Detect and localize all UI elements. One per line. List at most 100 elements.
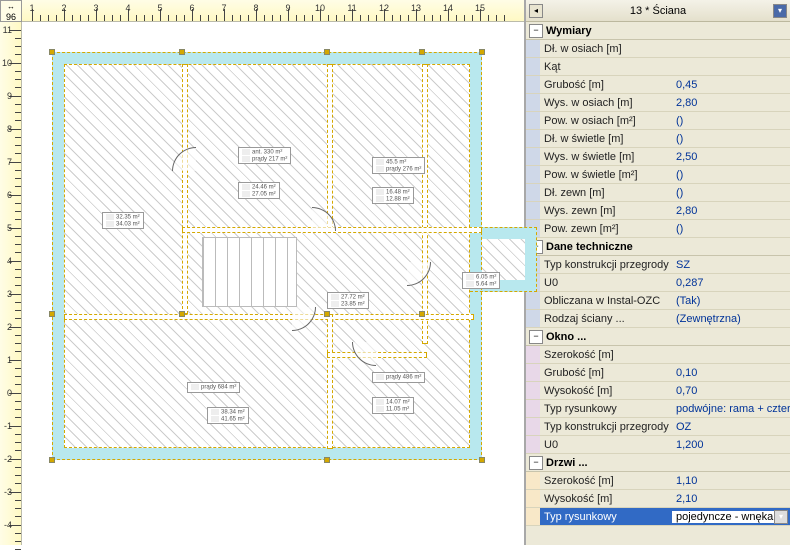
property-key: Dł. zewn [m] bbox=[540, 187, 672, 199]
property-key: Typ rysunkowy bbox=[540, 403, 672, 415]
property-value[interactable]: () bbox=[672, 115, 790, 127]
property-row[interactable]: Wys. zewn [m]2,80 bbox=[526, 202, 790, 220]
wall-node[interactable] bbox=[479, 457, 485, 463]
ruler-corner[interactable]: ↔96 bbox=[0, 0, 22, 22]
property-value[interactable]: SZ bbox=[672, 259, 790, 271]
property-value[interactable]: () bbox=[672, 187, 790, 199]
property-value[interactable]: 2,50 bbox=[672, 151, 790, 163]
property-value[interactable]: 2,80 bbox=[672, 205, 790, 217]
property-key: Wys. w świetle [m] bbox=[540, 151, 672, 163]
room-label[interactable]: 6.05 m²5.64 m² bbox=[462, 272, 500, 289]
wall-node[interactable] bbox=[179, 311, 185, 317]
property-value[interactable]: podwójne: rama + cztery bbox=[672, 403, 790, 415]
property-row[interactable]: Grubość [m]0,45 bbox=[526, 76, 790, 94]
property-row[interactable]: Wysokość [m]0,70 bbox=[526, 382, 790, 400]
dropdown-icon[interactable]: ▾ bbox=[774, 510, 788, 524]
property-value[interactable]: 1,200 bbox=[672, 439, 790, 451]
room-label[interactable]: 32.35 m²34.03 m² bbox=[102, 212, 144, 229]
property-row[interactable]: Typ konstrukcji przegrodyOZ bbox=[526, 418, 790, 436]
interior-wall[interactable] bbox=[327, 314, 333, 449]
room-label[interactable]: 27.72 m²23.85 m² bbox=[327, 292, 369, 309]
property-key: Pow. w osiach [m²] bbox=[540, 115, 672, 127]
drawing-canvas[interactable]: 32.35 m²34.03 m² ant. 330 m²prądy 217 m² 2… bbox=[22, 22, 524, 545]
property-row[interactable]: U01,200 bbox=[526, 436, 790, 454]
ruler-horizontal[interactable]: 123456789101112131415 bbox=[22, 0, 524, 22]
property-row[interactable]: Wys. w osiach [m]2,80 bbox=[526, 94, 790, 112]
room-label[interactable]: 45.5 m²prądy 276 m² bbox=[372, 157, 425, 174]
property-row[interactable]: Pow. w osiach [m²]() bbox=[526, 112, 790, 130]
wall-node[interactable] bbox=[49, 49, 55, 55]
wall-node[interactable] bbox=[479, 49, 485, 55]
wall-node[interactable] bbox=[419, 311, 425, 317]
property-value[interactable]: 0,287 bbox=[672, 277, 790, 289]
interior-wall[interactable] bbox=[327, 64, 333, 229]
room-label[interactable]: 38.34 m²41.65 m² bbox=[207, 407, 249, 424]
property-row[interactable]: Szerokość [m]1,10 bbox=[526, 472, 790, 490]
property-value[interactable]: OZ bbox=[672, 421, 790, 433]
property-row[interactable]: Pow. w świetle [m²]() bbox=[526, 166, 790, 184]
property-row[interactable]: Szerokość [m] bbox=[526, 346, 790, 364]
room-label[interactable]: prądy 684 m² bbox=[187, 382, 240, 393]
wall-node[interactable] bbox=[49, 457, 55, 463]
property-row[interactable]: Wysokość [m]2,10 bbox=[526, 490, 790, 508]
property-value[interactable]: 0,45 bbox=[672, 79, 790, 91]
property-key: Pow. zewn [m²] bbox=[540, 223, 672, 235]
property-value[interactable]: (Zewnętrzna) bbox=[672, 313, 790, 325]
property-row[interactable]: Dł. w osiach [m] bbox=[526, 40, 790, 58]
property-value[interactable]: () bbox=[672, 223, 790, 235]
stairs[interactable] bbox=[202, 237, 297, 307]
property-row[interactable]: Pow. zewn [m²]() bbox=[526, 220, 790, 238]
interior-wall[interactable] bbox=[64, 314, 474, 320]
ruler-vertical[interactable]: 11109876543210-1-2-3-4 bbox=[0, 22, 22, 545]
floor-plan[interactable]: 32.35 m²34.03 m² ant. 330 m²prądy 217 m² 2… bbox=[52, 52, 482, 460]
property-row[interactable]: Dł. zewn [m]() bbox=[526, 184, 790, 202]
property-value[interactable]: () bbox=[672, 133, 790, 145]
properties-panel: ◂ 13 * Ściana ▾ −WymiaryDł. w osiach [m]… bbox=[524, 0, 790, 545]
property-row[interactable]: Typ rysunkowypojedyncze - wnęka▾ bbox=[526, 508, 790, 526]
interior-wall[interactable] bbox=[327, 352, 427, 358]
wall-node[interactable] bbox=[179, 49, 185, 55]
property-value[interactable]: () bbox=[672, 169, 790, 181]
property-key: Dł. w osiach [m] bbox=[540, 43, 672, 55]
panel-nav-next-button[interactable]: ▾ bbox=[773, 4, 787, 18]
collapse-toggle-icon[interactable]: − bbox=[529, 330, 543, 344]
property-key: Typ konstrukcji przegrody bbox=[540, 421, 672, 433]
properties-grid: −WymiaryDł. w osiach [m]KątGrubość [m]0,… bbox=[526, 22, 790, 545]
property-row[interactable]: Typ konstrukcji przegrodySZ bbox=[526, 256, 790, 274]
property-value[interactable]: 2,80 bbox=[672, 97, 790, 109]
property-value[interactable]: 1,10 bbox=[672, 475, 790, 487]
section-header-dane[interactable]: −Dane techniczne bbox=[526, 238, 790, 256]
property-row[interactable]: Typ rysunkowypodwójne: rama + cztery bbox=[526, 400, 790, 418]
section-header-wymiary[interactable]: −Wymiary bbox=[526, 22, 790, 40]
property-row[interactable]: Grubość [m]0,10 bbox=[526, 364, 790, 382]
room-label[interactable]: 14.07 m²11.05 m² bbox=[372, 397, 414, 414]
interior-wall[interactable] bbox=[182, 64, 188, 314]
property-value[interactable]: 0,70 bbox=[672, 385, 790, 397]
property-row[interactable]: Obliczana w Instal-OZC(Tak) bbox=[526, 292, 790, 310]
wall-node[interactable] bbox=[324, 49, 330, 55]
section-header-drzwi[interactable]: −Drzwi ... bbox=[526, 454, 790, 472]
room-label[interactable]: 24.46 m²27.05 m² bbox=[238, 182, 280, 199]
property-value[interactable]: pojedyncze - wnęka bbox=[672, 511, 774, 523]
wall-node[interactable] bbox=[324, 457, 330, 463]
collapse-toggle-icon[interactable]: − bbox=[529, 456, 543, 470]
property-row[interactable]: Wys. w świetle [m]2,50 bbox=[526, 148, 790, 166]
panel-nav-prev-button[interactable]: ◂ bbox=[529, 4, 543, 18]
collapse-toggle-icon[interactable]: − bbox=[529, 24, 543, 38]
interior-wall[interactable] bbox=[422, 64, 428, 344]
wall-node[interactable] bbox=[324, 311, 330, 317]
property-value[interactable]: (Tak) bbox=[672, 295, 790, 307]
room-label[interactable]: prądy 486 m² bbox=[372, 372, 425, 383]
property-key: Wys. w osiach [m] bbox=[540, 97, 672, 109]
room-label[interactable]: ant. 330 m²prądy 217 m² bbox=[238, 147, 291, 164]
section-header-okno[interactable]: −Okno ... bbox=[526, 328, 790, 346]
property-row[interactable]: Dł. w świetle [m]() bbox=[526, 130, 790, 148]
wall-node[interactable] bbox=[419, 49, 425, 55]
room-label[interactable]: 16.48 m²12.88 m² bbox=[372, 187, 414, 204]
property-value[interactable]: 2,10 bbox=[672, 493, 790, 505]
property-row[interactable]: U00,287 bbox=[526, 274, 790, 292]
property-value[interactable]: 0,10 bbox=[672, 367, 790, 379]
wall-node[interactable] bbox=[49, 311, 55, 317]
property-row[interactable]: Kąt bbox=[526, 58, 790, 76]
property-row[interactable]: Rodzaj ściany ...(Zewnętrzna) bbox=[526, 310, 790, 328]
